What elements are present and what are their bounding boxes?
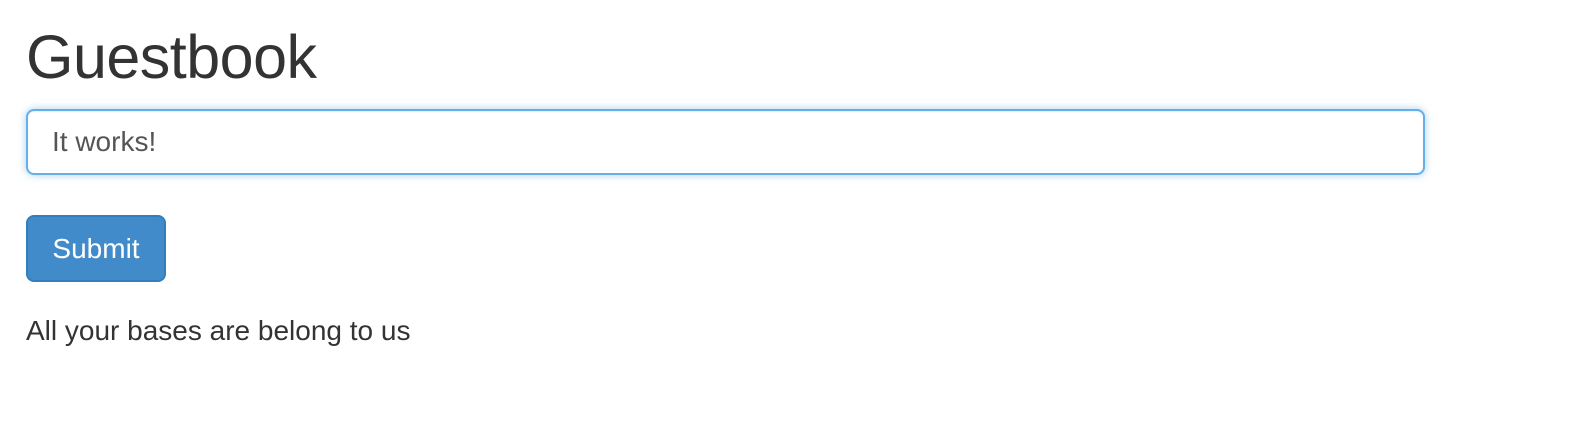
page-title: Guestbook — [26, 23, 317, 91]
guestbook-entry: All your bases are belong to us — [26, 315, 411, 346]
submit-button[interactable]: Submit — [26, 215, 166, 282]
guestbook-page: Guestbook Submit All your bases are belo… — [0, 0, 1586, 424]
guestbook-entry-input[interactable] — [26, 109, 1425, 175]
